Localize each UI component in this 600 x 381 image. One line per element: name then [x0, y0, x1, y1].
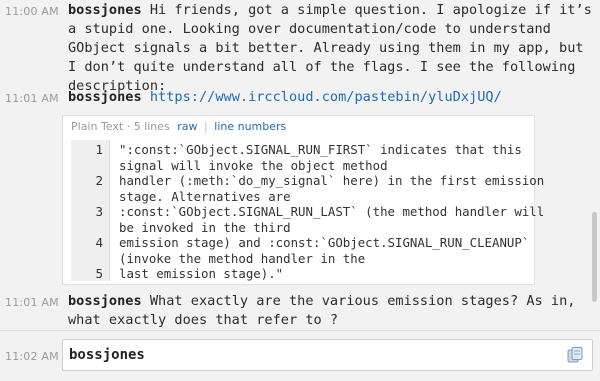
pastebin-icon[interactable]: [566, 346, 584, 364]
line-number: 4: [95, 235, 103, 250]
paste-header: Plain Text · 5 lines raw | line numbers: [63, 116, 534, 138]
message-input-text[interactable]: bossjones: [69, 347, 145, 363]
timestamp: 11:01 AM: [5, 296, 59, 309]
link-separator: |: [204, 120, 208, 133]
message-text: What exactly are the various emission st…: [149, 293, 576, 309]
message-text: Hi friends, got a simple question. I apo…: [149, 2, 592, 18]
code-line: ":const:`GObject.SIGNAL_RUN_FIRST` indic…: [119, 142, 522, 157]
code-block: ":const:`GObject.SIGNAL_RUN_FIRST` indic…: [115, 140, 544, 281]
code-line: handler (:meth:`do_my_signal` here) in t…: [119, 173, 545, 188]
timestamp: 11:00 AM: [5, 5, 59, 18]
input-bar: 11:02 AM bossjones: [0, 330, 600, 381]
paste-type: Plain Text: [71, 120, 124, 133]
message-input[interactable]: bossjones: [62, 339, 593, 371]
line-number: 5: [95, 266, 103, 281]
nick[interactable]: bossjones: [68, 293, 142, 309]
line-numbers-link[interactable]: line numbers: [214, 120, 286, 133]
message-text: a stupid one. Looking over documentation…: [68, 21, 551, 37]
input-timestamp: 11:02 AM: [5, 350, 59, 363]
code-line: signal will invoke the object method: [119, 157, 388, 173]
nick[interactable]: bossjones: [68, 2, 142, 18]
scrollbar-thumb[interactable]: [592, 212, 597, 302]
pastebin-link[interactable]: https://www.irccloud.com/pastebin/yluDxj…: [150, 89, 502, 105]
code-line: emission stage) and :const:`GObject.SIGN…: [119, 235, 530, 250]
code-line: be invoked in the third: [119, 219, 291, 235]
line-number: 3: [95, 204, 103, 219]
line-number-gutter: 1 2 3 4 5: [71, 140, 110, 281]
paste-line-count: 5 lines: [133, 120, 170, 133]
raw-link[interactable]: raw: [177, 120, 197, 133]
code-line: stage. Alternatives are: [119, 188, 291, 204]
code-line: last emission stage).": [119, 266, 284, 281]
message-log: 11:00 AM bossjones Hi friends, got a sim…: [0, 0, 600, 330]
timestamp: 11:01 AM: [5, 92, 59, 105]
message-text: what exactly does that refer to ?: [68, 312, 339, 328]
paste-preview: Plain Text · 5 lines raw | line numbers …: [62, 115, 544, 285]
line-number: 2: [95, 173, 103, 188]
code-line: :const:`GObject.SIGNAL_RUN_LAST` (the me…: [119, 204, 545, 219]
line-number: 1: [95, 142, 103, 157]
message-text: I don’t quite understand all of the flag…: [68, 59, 576, 75]
dot-separator: ·: [126, 120, 131, 133]
code-line: (invoke the method handler in the: [119, 250, 366, 266]
nick[interactable]: bossjones: [68, 89, 142, 105]
message-text: GObject signals a bit better. Already us…: [68, 40, 584, 56]
